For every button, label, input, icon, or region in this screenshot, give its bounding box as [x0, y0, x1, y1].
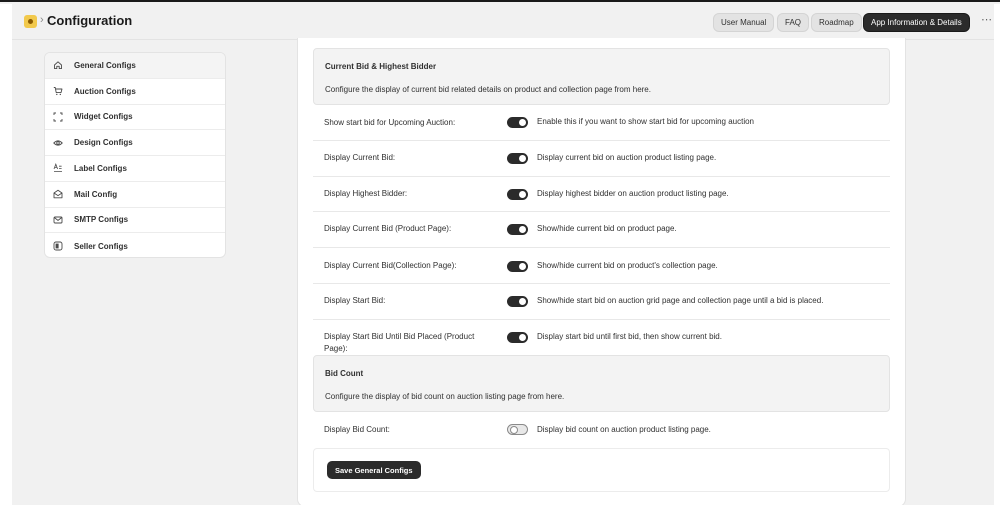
right-frame-edge [994, 4, 1000, 505]
save-general-configs-button[interactable]: Save General Configs [327, 461, 421, 479]
setting-label: Display Current Bid(Collection Page): [324, 261, 457, 270]
setting-description: Enable this if you want to show start bi… [537, 117, 755, 126]
envelope-icon [53, 215, 63, 225]
sidebar-item-seller-configs[interactable]: Seller Configs [45, 233, 225, 257]
user-manual-button[interactable]: User Manual [713, 13, 775, 32]
section-description: Configure the display of current bid rel… [325, 85, 651, 94]
more-options-icon[interactable]: ⋯ [981, 13, 993, 26]
sidebar-item-label-configs[interactable]: Label Configs [45, 156, 225, 182]
page-title: Configuration [47, 13, 133, 28]
bid-count-section-header: Bid Count Configure the display of bid c… [313, 355, 890, 412]
setting-row-start-bid-until-placed: Display Start Bid Until Bid Placed (Prod… [313, 320, 890, 356]
sidebar-item-label: Label Configs [74, 163, 127, 173]
general-configs-card: Current Bid & Highest Bidder Configure t… [297, 38, 906, 505]
eye-icon [53, 138, 63, 148]
toggle-switch[interactable] [507, 117, 528, 128]
setting-label: Display Bid Count: [324, 425, 390, 434]
breadcrumb-separator: › [40, 14, 44, 26]
mail-icon [53, 189, 63, 199]
setting-row-display-bid-count: Display Bid Count: Display bid count on … [313, 412, 890, 448]
setting-description: Show/hide start bid on auction grid page… [537, 296, 824, 305]
frame-icon [53, 112, 63, 122]
setting-row-display-highest-bidder: Display Highest Bidder: Display highest … [313, 177, 890, 212]
sidebar-item-label: Auction Configs [74, 86, 136, 96]
sidebar-item-mail-config[interactable]: Mail Config [45, 182, 225, 208]
setting-row-current-bid-collection-page: Display Current Bid(Collection Page): Sh… [313, 248, 890, 284]
setting-description: Display current bid on auction product l… [537, 153, 717, 162]
sidebar-item-label: Design Configs [74, 138, 133, 148]
page-header: › Configuration User Manual FAQ Roadmap … [12, 4, 994, 40]
faq-button[interactable]: FAQ [777, 13, 810, 32]
setting-row-display-start-bid: Display Start Bid: Show/hide start bid o… [313, 284, 890, 320]
setting-label: Display Current Bid (Product Page): [324, 224, 452, 233]
seller-icon [53, 241, 63, 251]
sidebar-item-label: SMTP Configs [74, 215, 129, 225]
sidebar-item-label: Widget Configs [74, 112, 133, 122]
sidebar-item-widget-configs[interactable]: Widget Configs [45, 105, 225, 131]
setting-description: Display start bid until first bid, then … [537, 332, 722, 341]
app-logo-icon[interactable] [24, 15, 37, 28]
left-frame-edge [0, 4, 12, 505]
sidebar-item-auction-configs[interactable]: Auction Configs [45, 79, 225, 105]
setting-label: Display Highest Bidder: [324, 189, 408, 198]
cart-icon [53, 86, 63, 96]
sidebar-item-general-configs[interactable]: General Configs [45, 53, 225, 79]
config-sidebar: General Configs Auction Configs Widget C… [44, 52, 226, 258]
setting-description: Display bid count on auction product lis… [537, 425, 711, 434]
toggle-switch[interactable] [507, 332, 528, 343]
sidebar-item-label: Mail Config [74, 189, 118, 199]
setting-description: Show/hide current bid on product page. [537, 224, 677, 233]
section-title: Current Bid & Highest Bidder [325, 62, 437, 71]
section-description: Configure the display of bid count on au… [325, 392, 565, 401]
current-bid-section-header: Current Bid & Highest Bidder Configure t… [313, 48, 890, 105]
toggle-switch[interactable] [507, 189, 528, 200]
roadmap-button[interactable]: Roadmap [811, 13, 862, 32]
setting-label: Display Start Bid: [324, 296, 386, 305]
text-icon [53, 163, 63, 173]
setting-row-current-bid-product-page: Display Current Bid (Product Page): Show… [313, 212, 890, 248]
home-icon [53, 60, 63, 70]
section-title: Bid Count [325, 369, 364, 378]
setting-row-show-start-bid-upcoming: Show start bid for Upcoming Auction: Ena… [313, 105, 890, 141]
sidebar-item-label: General Configs [74, 60, 136, 70]
setting-row-display-current-bid: Display Current Bid: Display current bid… [313, 141, 890, 177]
save-footer: Save General Configs [313, 448, 890, 492]
toggle-switch[interactable] [507, 424, 528, 435]
toggle-switch[interactable] [507, 224, 528, 235]
sidebar-item-label: Seller Configs [74, 241, 128, 251]
setting-label: Show start bid for Upcoming Auction: [324, 118, 456, 127]
toggle-switch[interactable] [507, 261, 528, 272]
setting-label: Display Start Bid Until Bid Placed (Prod… [324, 332, 475, 353]
toggle-switch[interactable] [507, 153, 528, 164]
sidebar-item-smtp-configs[interactable]: SMTP Configs [45, 208, 225, 234]
sidebar-item-design-configs[interactable]: Design Configs [45, 130, 225, 156]
toggle-switch[interactable] [507, 296, 528, 307]
side-drawer-tab[interactable] [0, 326, 3, 340]
setting-description: Display highest bidder on auction produc… [537, 189, 729, 198]
setting-label: Display Current Bid: [324, 153, 396, 162]
app-information-button[interactable]: App Information & Details [863, 13, 970, 32]
setting-description: Show/hide current bid on product's colle… [537, 261, 718, 270]
